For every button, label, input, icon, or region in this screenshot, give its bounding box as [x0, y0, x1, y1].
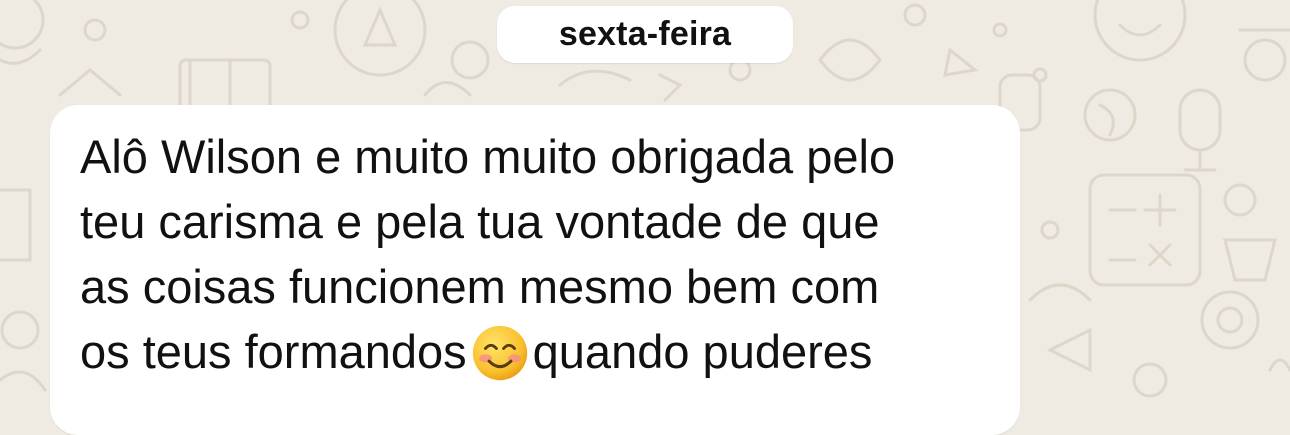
message-line-segment: os teus formandos — [80, 325, 467, 378]
date-separator-chip: sexta-feira — [497, 6, 793, 63]
date-separator-label: sexta-feira — [558, 15, 732, 53]
message-line-segment: quando puderes — [532, 325, 873, 378]
message-line: Alô Wilson e muito muito obrigada pelo — [80, 130, 896, 183]
smiling-face-icon — [472, 325, 527, 381]
message-line: os teus formandos quando puderes — [80, 319, 1005, 384]
message-text: Alô Wilson e muito muito obrigada pelo t… — [80, 124, 1005, 384]
message-line: as coisas funcionem mesmo bem com — [80, 260, 880, 313]
message-line: teu carisma e pela tua vontade de que — [80, 195, 880, 248]
